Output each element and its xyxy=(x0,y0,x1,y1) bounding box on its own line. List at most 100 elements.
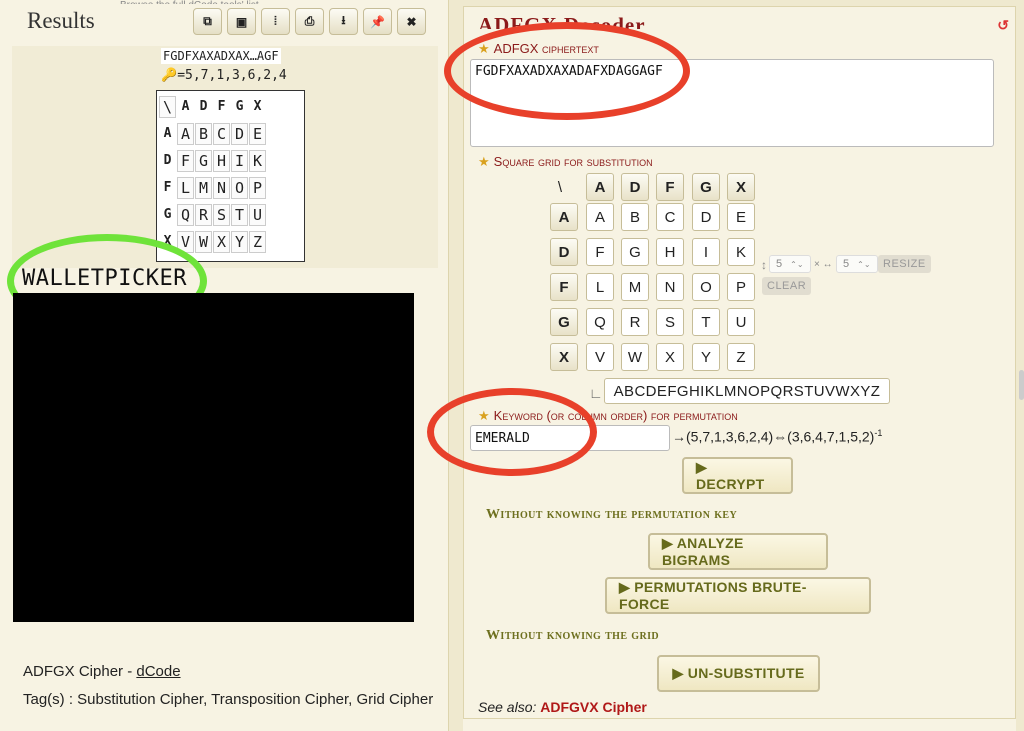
grid-column-header[interactable]: A xyxy=(586,173,614,201)
grid-row-header[interactable]: D xyxy=(550,238,578,266)
close-icon: ✖ xyxy=(406,14,417,29)
alphabet-input[interactable]: ABCDEFGHIKLMNOPQRSTUVWXYZ xyxy=(604,378,890,404)
grid-row-header[interactable]: X xyxy=(550,343,578,371)
spinner-arrows-icon: ⌃⌄ xyxy=(790,259,804,269)
grid-cell-input[interactable]: Y xyxy=(692,343,720,371)
rows-spinner[interactable]: 5 ⌃⌄ xyxy=(769,255,811,273)
grid-cell-input[interactable]: R xyxy=(621,308,649,336)
grid-column-header[interactable]: X xyxy=(727,173,755,201)
section-no-grid: Without knowing the grid xyxy=(486,628,660,643)
permutation-text: →(5,7,1,3,6,2,4)⇔(3,6,4,7,1,5,2) xyxy=(672,428,875,445)
grid-cell-input[interactable]: B xyxy=(621,203,649,231)
result-grid-cell: B xyxy=(195,122,212,145)
result-grid-cell: C xyxy=(213,122,230,145)
grid-column-header[interactable]: F xyxy=(656,173,684,201)
grid-cell-input[interactable]: V xyxy=(586,343,614,371)
result-ciphertext: FGDFXAXADXAX…AGF xyxy=(161,48,281,64)
result-grid-row: GQRSTU xyxy=(159,201,302,228)
grid-cell-input[interactable]: O xyxy=(692,273,720,301)
screenshot-icon: ▣ xyxy=(235,14,248,29)
results-title: Results xyxy=(27,8,95,33)
grid-column-header[interactable]: D xyxy=(621,173,649,201)
grid-cell-input[interactable]: D xyxy=(692,203,720,231)
overlay-label: WALLETPICKER xyxy=(22,266,187,291)
result-grid-cell: H xyxy=(213,149,230,172)
result-grid-cell: E xyxy=(249,122,266,145)
permutation-sup: -1 xyxy=(874,428,883,438)
grid-cell-input[interactable]: L xyxy=(586,273,614,301)
result-grid-cell: A xyxy=(177,122,194,145)
close-button[interactable]: ✖ xyxy=(397,8,426,35)
columns-button[interactable]: ⦙ xyxy=(261,8,290,35)
screenshot-button[interactable]: ▣ xyxy=(227,8,256,35)
resize-button[interactable]: RESIZE xyxy=(878,255,931,273)
result-key-line: 🔑=5,7,1,3,6,2,4 xyxy=(161,68,287,83)
dcode-link[interactable]: dCode xyxy=(136,663,180,680)
grid-cell-input[interactable]: A xyxy=(586,203,614,231)
grid-row-header[interactable]: F xyxy=(550,273,578,301)
pin-button[interactable]: 📌 xyxy=(363,8,392,35)
result-grid-cell: Y xyxy=(231,230,248,253)
grid-cell-input[interactable]: T xyxy=(692,308,720,336)
grid-row-header[interactable]: G xyxy=(550,308,578,336)
see-also: See also: ADFGVX Cipher xyxy=(478,699,647,715)
result-grid-cell: G xyxy=(195,149,212,172)
corner-icon: ∟ xyxy=(589,385,603,401)
columns-icon: ⦙ xyxy=(274,14,277,28)
result-grid-row: FLMNOP xyxy=(159,174,302,201)
grid-cell-input[interactable]: I xyxy=(692,238,720,266)
grid-cell-input[interactable]: C xyxy=(656,203,684,231)
results-panel: Browse the full dCode tools' list Result… xyxy=(0,0,449,731)
grid-column-header[interactable]: G xyxy=(692,173,720,201)
grid-cell-input[interactable]: X xyxy=(656,343,684,371)
result-grid-cell: W xyxy=(195,230,212,253)
result-grid-cell: D xyxy=(231,122,248,145)
grid-cell-input[interactable]: W xyxy=(621,343,649,371)
grid-label-text: Square grid for substitution xyxy=(493,154,653,169)
result-grid-cell: \ xyxy=(159,95,176,118)
permutation-readout: →(5,7,1,3,6,2,4)⇔(3,6,4,7,1,5,2)-1 xyxy=(672,428,882,445)
grid-cell-input[interactable]: G xyxy=(621,238,649,266)
clear-button[interactable]: CLEAR xyxy=(762,277,812,295)
analyze-bigrams-button[interactable]: ▶ ANALYZE BIGRAMS xyxy=(648,533,828,570)
unsubstitute-button[interactable]: ▶ UN-SUBSTITUTE xyxy=(657,655,820,692)
result-grid-cell: F xyxy=(217,99,226,114)
result-grid-cell: L xyxy=(177,176,194,199)
result-grid-cell: A xyxy=(181,99,190,114)
result-grid-cell: D xyxy=(163,153,172,168)
copy-button[interactable]: ⧉ xyxy=(193,8,222,35)
grid-cell-input[interactable]: F xyxy=(586,238,614,266)
rows-value: 5 xyxy=(776,258,783,270)
spinner-arrows-icon: ⌃⌄ xyxy=(857,259,871,269)
grid-row-header[interactable]: A xyxy=(550,203,578,231)
download-button[interactable]: ⭳ xyxy=(329,8,358,35)
grid-cell-input[interactable]: E xyxy=(727,203,755,231)
decrypt-button[interactable]: ▶ DECRYPT xyxy=(682,457,793,494)
adfgvx-link[interactable]: ADFGVX Cipher xyxy=(540,699,647,715)
results-toolbar: ⧉ ▣ ⦙ ⎙ ⭳ 📌 ✖ xyxy=(193,8,426,35)
grid-cell-input[interactable]: U xyxy=(727,308,755,336)
cols-spinner[interactable]: 5 ⌃⌄ xyxy=(836,255,878,273)
copy-icon: ⧉ xyxy=(203,14,212,28)
grid-cell-input[interactable]: M xyxy=(621,273,649,301)
grid-cell-input[interactable]: S xyxy=(656,308,684,336)
grid-cell-input[interactable]: P xyxy=(727,273,755,301)
result-grid-cell: T xyxy=(231,203,248,226)
result-grid-cell: Q xyxy=(177,203,194,226)
grid-cell-input[interactable]: H xyxy=(656,238,684,266)
redacted-block xyxy=(13,293,414,622)
grid-cell-input[interactable]: N xyxy=(656,273,684,301)
print-button[interactable]: ⎙ xyxy=(295,8,324,35)
grid-cell-input[interactable]: K xyxy=(727,238,755,266)
grid-cell-input[interactable]: Z xyxy=(727,343,755,371)
result-grid-row: \ A D F G X xyxy=(159,93,302,120)
reset-icon[interactable]: ↺ xyxy=(997,17,1009,34)
grid-cell-input[interactable]: Q xyxy=(586,308,614,336)
scrollbar[interactable] xyxy=(1019,370,1024,400)
credit-text: ADFGX Cipher - xyxy=(23,663,137,680)
tools-list-link[interactable]: Browse the full dCode tools' list xyxy=(120,0,380,4)
result-grid-cell: U xyxy=(249,203,266,226)
result-grid: \ A D F G X A A B C D E D F G H I K F L M N O P G Q R S T U X V W X Y Z xyxy=(156,90,305,262)
brute-force-button[interactable]: ▶ PERMUTATIONS BRUTE-FORCE xyxy=(605,577,871,614)
grid-corner: \ xyxy=(557,178,563,196)
